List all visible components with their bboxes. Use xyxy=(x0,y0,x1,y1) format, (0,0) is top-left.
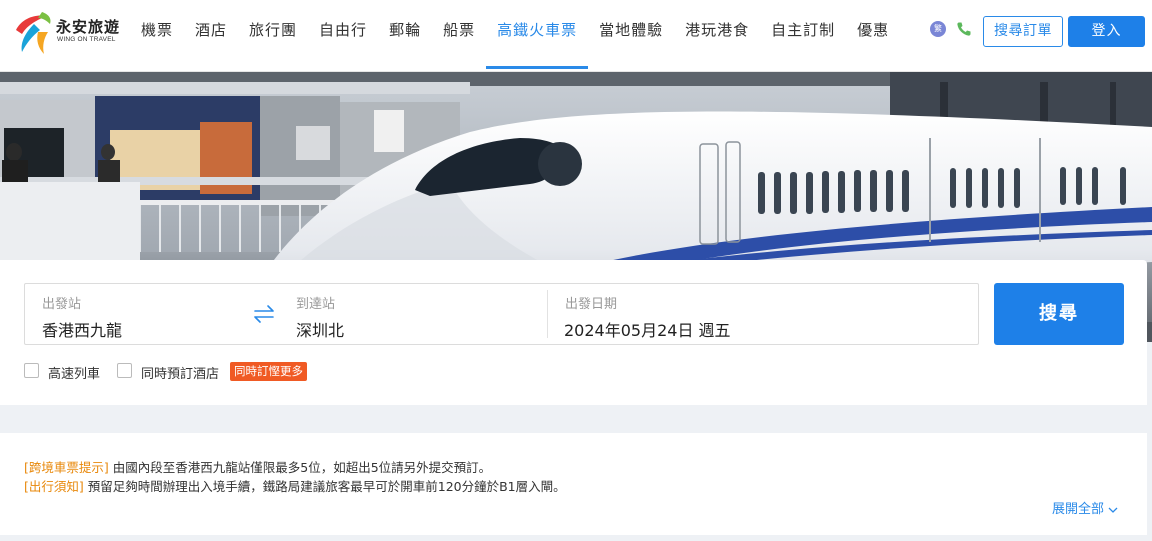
notice-text: 由國內段至香港西九龍站僅限最多5位，如超出5位請另外提交預訂。 xyxy=(108,460,492,475)
departure-date-value[interactable]: 2024年05月24日 週五 xyxy=(564,317,731,341)
travel-notice-panel: [跨境車票提示] 由國內段至香港西九龍站僅限最多5位，如超出5位請另外提交預訂。… xyxy=(0,433,1147,535)
rail-search-panel: 出發站 香港西九龍 到達站 深圳北 出發日期 2024年05月24日 週五 搜尋… xyxy=(0,260,1147,405)
nav-item-hk-fun[interactable]: 港玩港食 xyxy=(674,0,760,71)
nav-item-cruises[interactable]: 郵輪 xyxy=(378,0,432,71)
notice-tag: [跨境車票提示] xyxy=(24,460,109,475)
arrival-station-value[interactable]: 深圳北 xyxy=(296,317,344,341)
notice-text: 預留足夠時間辦理出入境手續，鐵路局建議旅客最早可於開車前120分鐘於B1層入閘。 xyxy=(83,479,566,494)
top-header: 永安旅遊 WING ON TRAVEL 機票 酒店 旅行團 自由行 郵輪 船票 … xyxy=(0,0,1152,72)
book-hotel-checkbox[interactable] xyxy=(117,363,132,378)
arrival-station-label: 到達站 xyxy=(296,297,336,312)
order-lookup-button[interactable]: 搜尋訂單 xyxy=(983,16,1063,47)
notice-tag: [出行須知] xyxy=(24,479,84,494)
nav-item-custom[interactable]: 自主訂制 xyxy=(760,0,846,71)
notice-line-cross-border: [跨境車票提示] 由國內段至香港西九龍站僅限最多5位，如超出5位請另外提交預訂。 xyxy=(24,457,491,476)
expand-all-label[interactable]: 展開全部 xyxy=(1052,502,1104,517)
nav-item-fit[interactable]: 自由行 xyxy=(308,0,378,71)
expand-all-link[interactable]: 展開全部 xyxy=(1052,498,1118,517)
login-button[interactable]: 登入 xyxy=(1068,16,1145,47)
nav-item-local-experience[interactable]: 當地體驗 xyxy=(588,0,674,71)
promo-badge: 同時訂慳更多 xyxy=(230,362,307,381)
language-icon[interactable]: 繁 xyxy=(930,21,946,37)
search-form: 出發站 香港西九龍 到達站 深圳北 出發日期 2024年05月24日 週五 xyxy=(24,283,979,345)
chevron-down-icon xyxy=(1108,507,1118,513)
high-speed-checkbox[interactable] xyxy=(24,363,39,378)
high-speed-option[interactable]: 高速列車 xyxy=(24,362,114,382)
book-hotel-label[interactable]: 同時預訂酒店 xyxy=(141,363,219,382)
phone-icon[interactable] xyxy=(956,21,972,37)
logo-text-en: WING ON TRAVEL xyxy=(57,36,116,43)
wing-on-logo[interactable]: 永安旅遊 WING ON TRAVEL xyxy=(12,10,122,56)
departure-date-field[interactable]: 出發日期 2024年05月24日 週五 xyxy=(547,290,977,341)
nav-item-rail[interactable]: 高鐵火車票 xyxy=(486,0,589,71)
logo-mark-icon xyxy=(16,12,51,54)
departure-station-value[interactable]: 香港西九龍 xyxy=(42,317,122,341)
nav-item-flights[interactable]: 機票 xyxy=(130,0,184,71)
nav-item-ferry[interactable]: 船票 xyxy=(432,0,486,71)
departure-station-field[interactable]: 出發站 香港西九龍 xyxy=(25,284,255,344)
departure-date-label: 出發日期 xyxy=(565,297,618,312)
arrival-station-field[interactable]: 到達站 深圳北 xyxy=(279,284,547,344)
search-button[interactable]: 搜尋 xyxy=(994,283,1124,345)
swap-stations-icon[interactable] xyxy=(252,303,276,325)
notice-line-travel-tips: [出行須知] 預留足夠時間辦理出入境手續，鐵路局建議旅客最早可於開車前120分鐘… xyxy=(24,476,566,495)
nav-item-hotels[interactable]: 酒店 xyxy=(184,0,238,71)
main-nav: 機票 酒店 旅行團 自由行 郵輪 船票 高鐵火車票 當地體驗 港玩港食 自主訂制… xyxy=(130,0,900,71)
nav-item-offers[interactable]: 優惠 xyxy=(846,0,900,71)
high-speed-label[interactable]: 高速列車 xyxy=(48,363,100,382)
nav-item-tours[interactable]: 旅行團 xyxy=(238,0,308,71)
departure-station-label: 出發站 xyxy=(42,297,82,312)
logo-text-cn: 永安旅遊 xyxy=(56,18,121,36)
